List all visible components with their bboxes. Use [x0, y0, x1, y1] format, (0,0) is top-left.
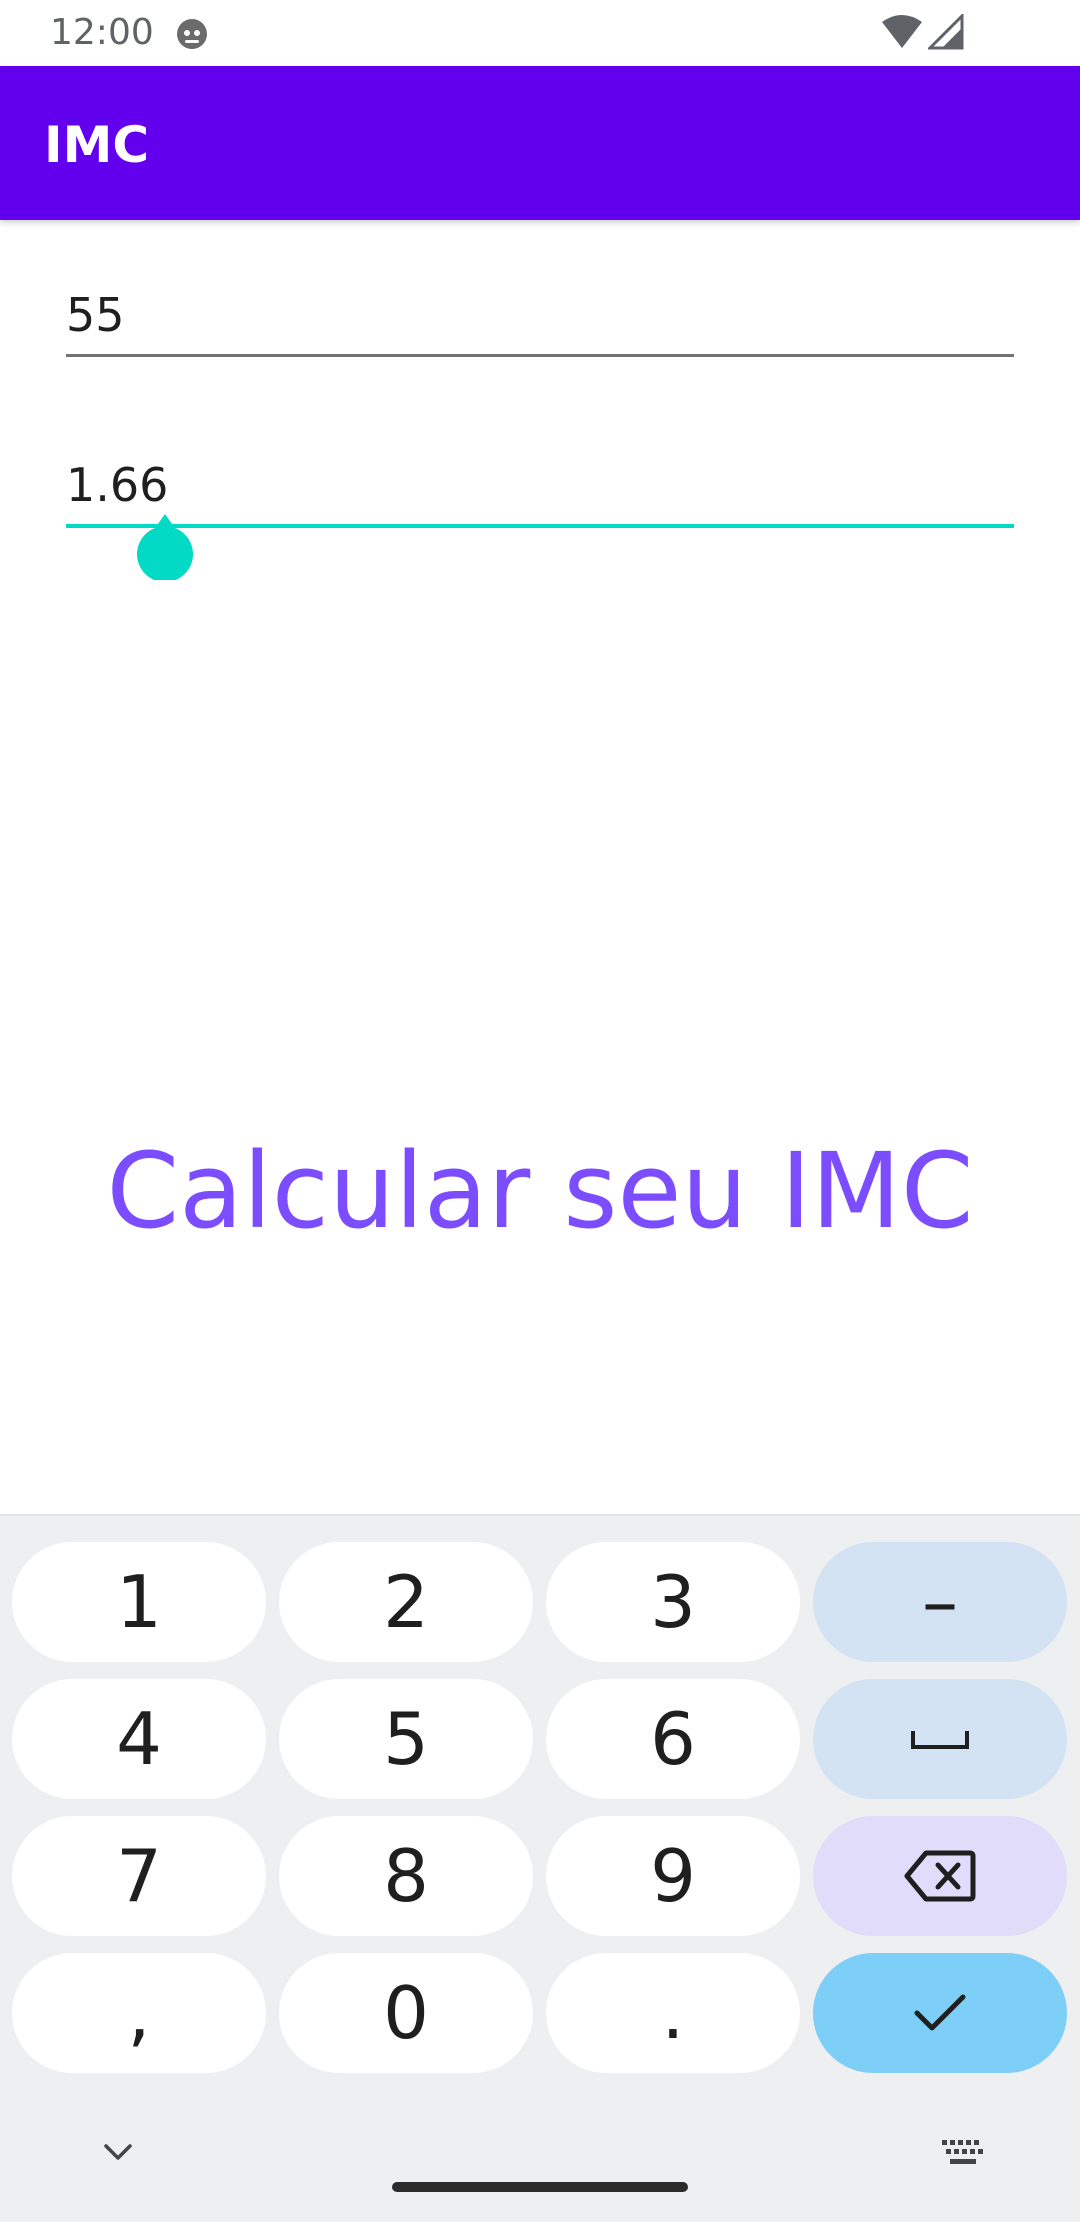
height-input-value: 1.66: [66, 458, 169, 512]
backspace-icon: [904, 1850, 976, 1902]
key-3[interactable]: 3: [546, 1542, 800, 1662]
height-input[interactable]: 1.66: [66, 452, 1014, 528]
text-cursor-handle[interactable]: [137, 514, 193, 580]
status-bar: 12:00: [0, 0, 1080, 66]
numeric-keyboard: 1 2 3 – 4 5 6 7 8 9 , 0 .: [0, 1514, 1080, 2222]
key-comma[interactable]: ,: [12, 1953, 266, 2073]
key-space[interactable]: [813, 1679, 1067, 1799]
key-8[interactable]: 8: [279, 1816, 533, 1936]
weight-input-value: 55: [66, 288, 125, 342]
key-5[interactable]: 5: [279, 1679, 533, 1799]
weight-input[interactable]: 55: [66, 282, 1014, 357]
key-1[interactable]: 1: [12, 1542, 266, 1662]
key-7[interactable]: 7: [12, 1816, 266, 1936]
key-done[interactable]: [813, 1953, 1067, 2073]
key-2[interactable]: 2: [279, 1542, 533, 1662]
app-bar: IMC: [0, 66, 1080, 220]
key-6[interactable]: 6: [546, 1679, 800, 1799]
key-period[interactable]: .: [546, 1953, 800, 2073]
keyboard-icon[interactable]: [940, 2138, 986, 2168]
check-icon: [914, 1994, 966, 2031]
calculate-button[interactable]: Calcular seu IMC: [0, 1130, 1080, 1252]
key-9[interactable]: 9: [546, 1816, 800, 1936]
key-0[interactable]: 0: [279, 1953, 533, 2073]
space-icon: [911, 1731, 969, 1749]
key-minus[interactable]: –: [813, 1542, 1067, 1662]
chevron-down-icon[interactable]: [98, 2132, 138, 2172]
app-title: IMC: [44, 116, 150, 174]
wifi-icon: [882, 15, 922, 48]
status-time: 12:00: [50, 12, 154, 53]
signal-icon: [928, 14, 964, 50]
face-icon: [177, 19, 207, 49]
key-4[interactable]: 4: [12, 1679, 266, 1799]
key-backspace[interactable]: [813, 1816, 1067, 1936]
navigation-handle[interactable]: [392, 2182, 688, 2192]
